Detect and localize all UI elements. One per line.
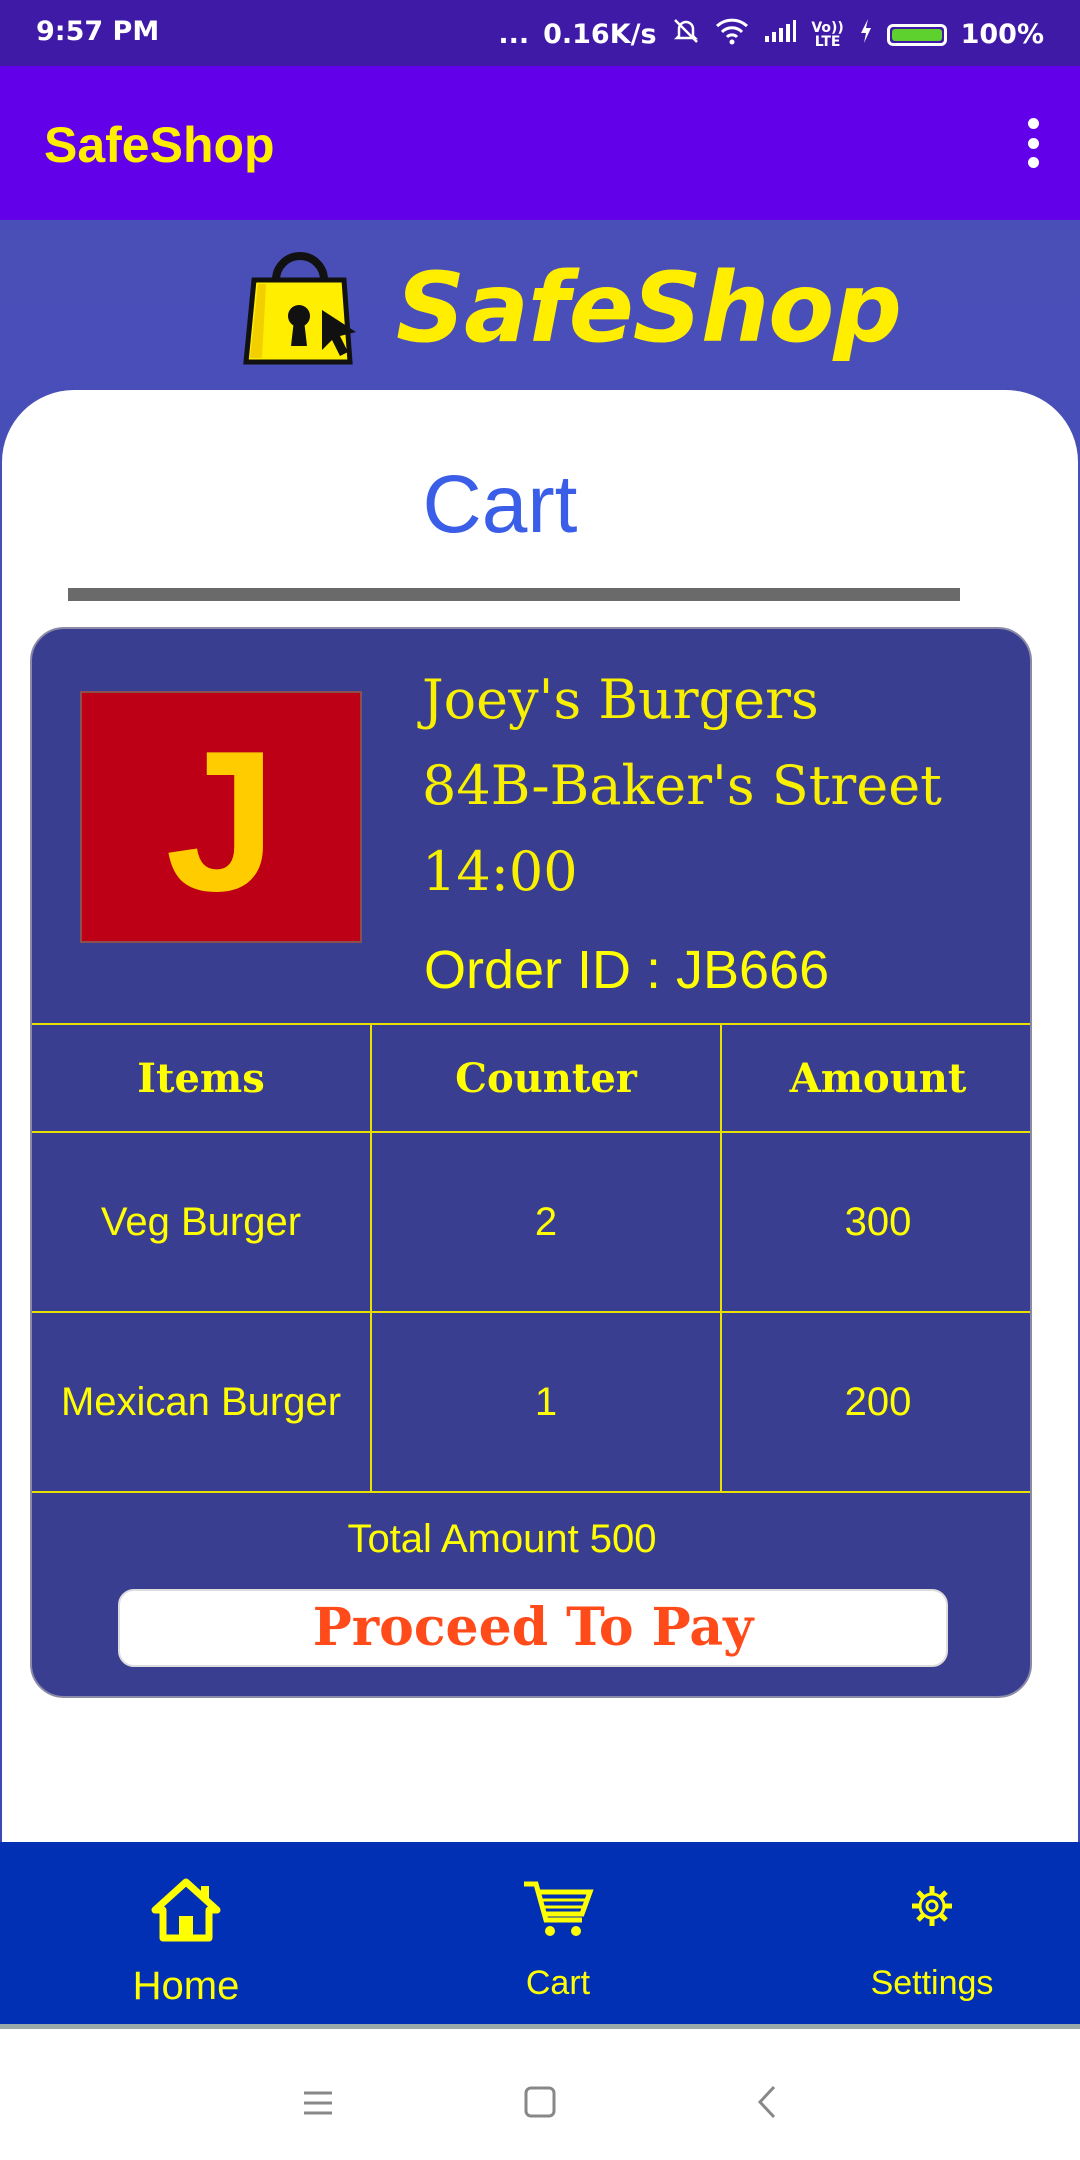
- item-amount: 200: [720, 1311, 1030, 1493]
- item-counter: 1: [370, 1311, 722, 1493]
- status-bar: 9:57 PM ... 0.16K/s Vo)) LTE 100%: [0, 0, 1080, 66]
- status-time: 9:57 PM: [36, 16, 160, 47]
- nav-cart[interactable]: Cart: [378, 1842, 738, 2024]
- app-title: SafeShop: [44, 117, 275, 173]
- item-name: Mexican Burger: [32, 1311, 372, 1493]
- recents-menu-icon[interactable]: [288, 2073, 348, 2133]
- table-row: Mexican Burger 1 200: [32, 1311, 1030, 1493]
- home-square-icon[interactable]: [510, 2073, 570, 2133]
- page-title: Cart: [422, 459, 578, 550]
- nav-settings[interactable]: Settings: [752, 1842, 1080, 2024]
- app-bar: SafeShop: [0, 66, 1080, 220]
- battery-percent: 100%: [960, 19, 1044, 50]
- proceed-to-pay-button[interactable]: Proceed To Pay: [118, 1589, 948, 1667]
- total-amount: Total Amount 500: [347, 1517, 657, 1561]
- nav-cart-label: Cart: [525, 1964, 591, 2002]
- notification-dots: ...: [498, 19, 530, 50]
- charging-icon: [859, 18, 873, 51]
- header-items: Items: [32, 1023, 372, 1133]
- back-icon[interactable]: [738, 2073, 798, 2133]
- wifi-icon: [715, 17, 749, 52]
- item-name: Veg Burger: [32, 1131, 372, 1313]
- network-speed: 0.16K/s: [543, 19, 657, 50]
- mute-icon: [671, 16, 701, 53]
- table-header-row: Items Counter Amount: [32, 1023, 1030, 1133]
- header-amount: Amount: [720, 1023, 1030, 1133]
- system-nav-bar: [0, 2029, 1080, 2160]
- store-time: 14:00: [422, 840, 578, 903]
- battery-icon: [886, 23, 947, 46]
- bottom-nav: Home Cart Settings: [0, 1842, 1080, 2029]
- shopping-bag-lock-icon: [243, 252, 356, 365]
- cart-icon: [378, 1878, 738, 1950]
- overflow-menu-icon[interactable]: [1026, 118, 1040, 168]
- store-logo-letter: J: [165, 710, 277, 933]
- item-counter: 2: [370, 1131, 722, 1313]
- order-id: Order ID : JB666: [424, 940, 830, 1000]
- items-table: Items Counter Amount Veg Burger 2 300 Me…: [32, 1023, 1030, 1493]
- store-name: Joey's Burgers: [422, 668, 819, 731]
- header-counter: Counter: [370, 1023, 722, 1133]
- volte-label: Vo)) LTE: [811, 19, 844, 50]
- store-logo: J: [80, 691, 362, 943]
- order-card: J Joey's Burgers 84B-Baker's Street 14:0…: [30, 627, 1032, 1698]
- nav-home-label: Home: [132, 1964, 240, 2008]
- title-divider: [68, 588, 960, 601]
- signal-icon: [763, 18, 797, 51]
- nav-home[interactable]: Home: [6, 1842, 366, 2024]
- safeshop-logo: SafeShop: [236, 244, 902, 374]
- store-address: 84B-Baker's Street: [422, 754, 942, 817]
- nav-settings-label: Settings: [870, 1964, 994, 2002]
- item-amount: 300: [720, 1131, 1030, 1313]
- status-icons: ... 0.16K/s Vo)) LTE 100%: [498, 16, 1044, 53]
- logo-text: SafeShop: [396, 252, 902, 364]
- gear-icon: [752, 1878, 1080, 1950]
- store-info: Joey's Burgers 84B-Baker's Street 14:00: [422, 657, 942, 915]
- home-icon: [6, 1878, 366, 1950]
- table-row: Veg Burger 2 300: [32, 1131, 1030, 1313]
